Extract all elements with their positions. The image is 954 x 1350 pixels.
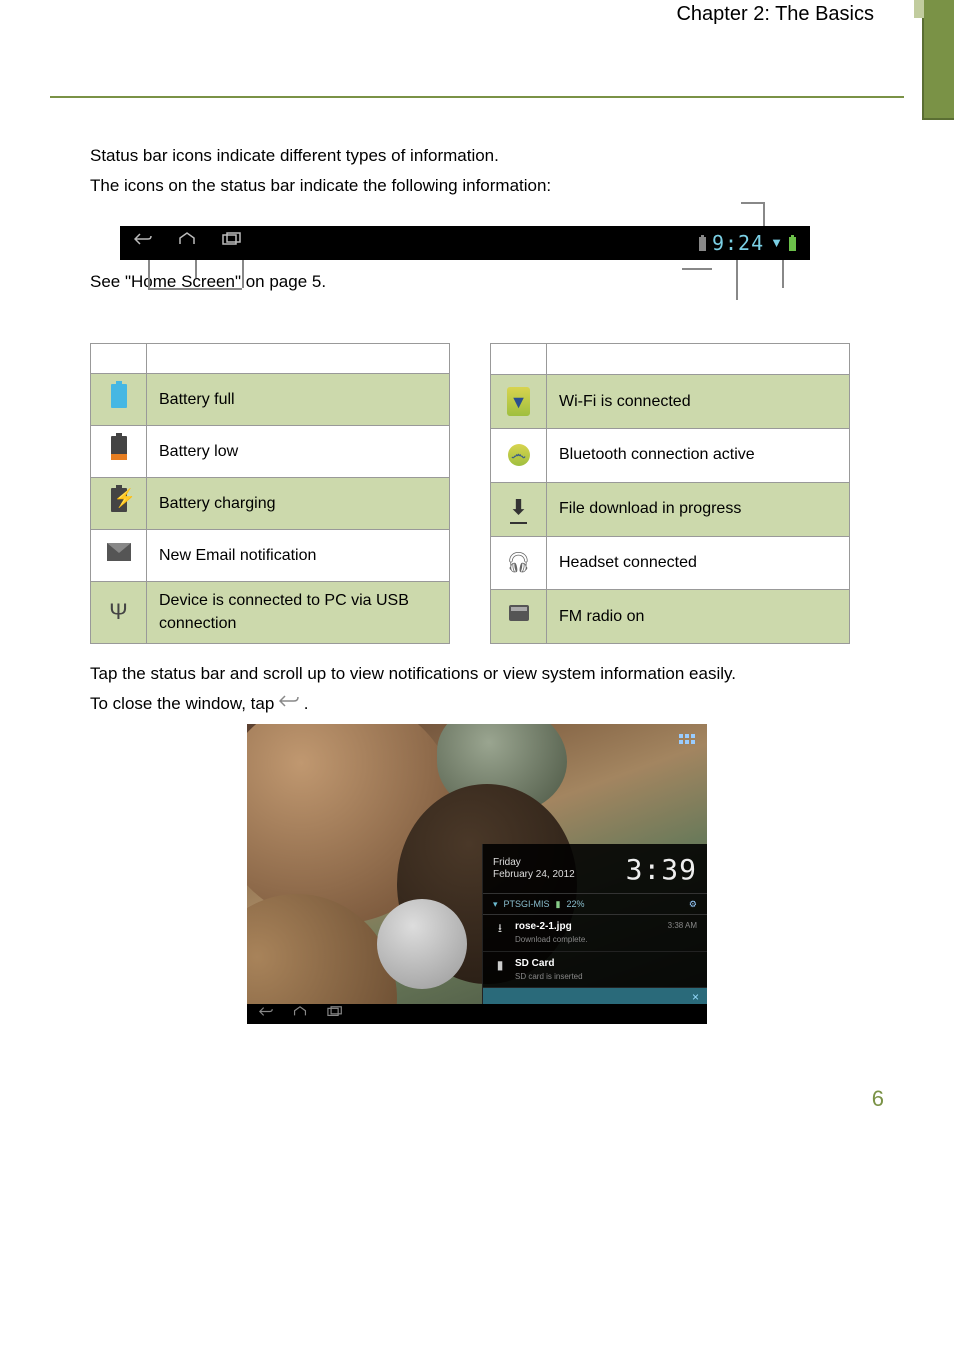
headset-icon: 🎧︎ — [506, 552, 531, 574]
battery-low-icon — [111, 436, 127, 460]
fm-radio-icon — [509, 605, 529, 621]
wifi-small-icon: ▼ — [770, 234, 783, 252]
usb-icon: Ψ — [109, 599, 127, 624]
email-notif-label: New Email notification — [147, 530, 450, 582]
wifi-icon: ▼ — [507, 387, 531, 416]
corner-decoration — [922, 0, 954, 120]
nav-recent-icon — [327, 1005, 343, 1022]
notif2-title: SD Card — [515, 958, 554, 969]
battery-full-label: Battery full — [147, 374, 450, 426]
battery-green-icon — [789, 237, 796, 251]
wifi-connected-label: Wi-Fi is connected — [547, 375, 850, 429]
notif1-sub: Download complete. — [515, 934, 587, 945]
panel-date: February 24, 2012 — [493, 869, 575, 881]
battery-tiny-icon: ▮ — [556, 898, 561, 911]
battery-low-label: Battery low — [147, 426, 450, 478]
nav-buttons-group — [134, 231, 242, 253]
panel-battery: 22% — [567, 898, 585, 911]
panel-time: 3:39 — [626, 850, 697, 889]
panel-day: Friday — [493, 857, 575, 869]
page-number: 6 — [0, 1054, 954, 1145]
download-done-icon: ⭳ — [493, 920, 507, 937]
notif1-title: rose-2-1.jpg — [515, 921, 572, 932]
nav-home-icon — [293, 1005, 307, 1022]
icon-table-left: Battery full Battery low ⚡ Battery charg… — [90, 343, 450, 644]
battery-full-icon — [111, 384, 127, 408]
header-rule — [50, 36, 904, 98]
chapter-title: Chapter 2: The Basics — [0, 0, 954, 36]
panel-close-bar: × — [483, 988, 707, 1004]
notification-panel: Friday February 24, 2012 3:39 ▾ PTSGI-MI… — [482, 844, 707, 1004]
battery-charging-label: Battery charging — [147, 478, 450, 530]
closing-line-2b: . — [304, 694, 309, 713]
home-icon — [178, 231, 196, 253]
panel-ssid: PTSGI-MIS — [504, 898, 550, 911]
bluetooth-icon: ෴ — [508, 444, 530, 466]
download-progress-label: File download in progress — [547, 482, 850, 536]
usb-connection-label: Device is connected to PC via USB connec… — [147, 582, 450, 644]
battery-grey-icon — [699, 237, 706, 251]
closing-line-2a: To close the window, tap — [90, 694, 279, 713]
download-icon: ⬇ — [510, 494, 527, 524]
notif1-time: 3:38 AM — [668, 920, 697, 931]
status-bar: 9:24 ▼ — [120, 226, 810, 260]
back-icon — [134, 231, 152, 253]
wifi-small-icon: ▾ — [493, 898, 498, 911]
battery-charging-icon: ⚡ — [111, 488, 127, 512]
apps-grid-icon — [679, 734, 695, 750]
status-bar-time: 9:24 — [712, 229, 764, 257]
intro-text-1: Status bar icons indicate different type… — [90, 144, 864, 168]
intro-text-2: The icons on the status bar indicate the… — [90, 174, 864, 198]
bottom-nav-bar — [247, 1004, 707, 1024]
bluetooth-active-label: Bluetooth connection active — [547, 429, 850, 483]
back-inline-icon — [279, 693, 299, 715]
notif2-sub: SD card is inserted — [515, 971, 583, 982]
closing-line-1: Tap the status bar and scroll up to view… — [90, 662, 864, 686]
home-screen-reference: See "Home Screen" on page 5. — [90, 270, 864, 294]
fm-radio-label: FM radio on — [547, 590, 850, 644]
status-icons-group: 9:24 ▼ — [699, 229, 796, 257]
recent-icon — [222, 231, 242, 253]
closing-text: Tap the status bar and scroll up to view… — [90, 662, 864, 716]
headset-connected-label: Headset connected — [547, 536, 850, 590]
status-bar-figure: 9:24 ▼ — [120, 226, 810, 260]
sdcard-icon: ▮ — [493, 957, 507, 974]
settings-icon: ⚙︎ — [689, 898, 697, 911]
icon-table-right: ▼ Wi-Fi is connected ෴ Bluetooth connect… — [490, 343, 850, 644]
nav-back-icon — [259, 1005, 273, 1022]
email-icon — [107, 543, 131, 561]
notification-panel-screenshot: Friday February 24, 2012 3:39 ▾ PTSGI-MI… — [247, 724, 707, 1024]
